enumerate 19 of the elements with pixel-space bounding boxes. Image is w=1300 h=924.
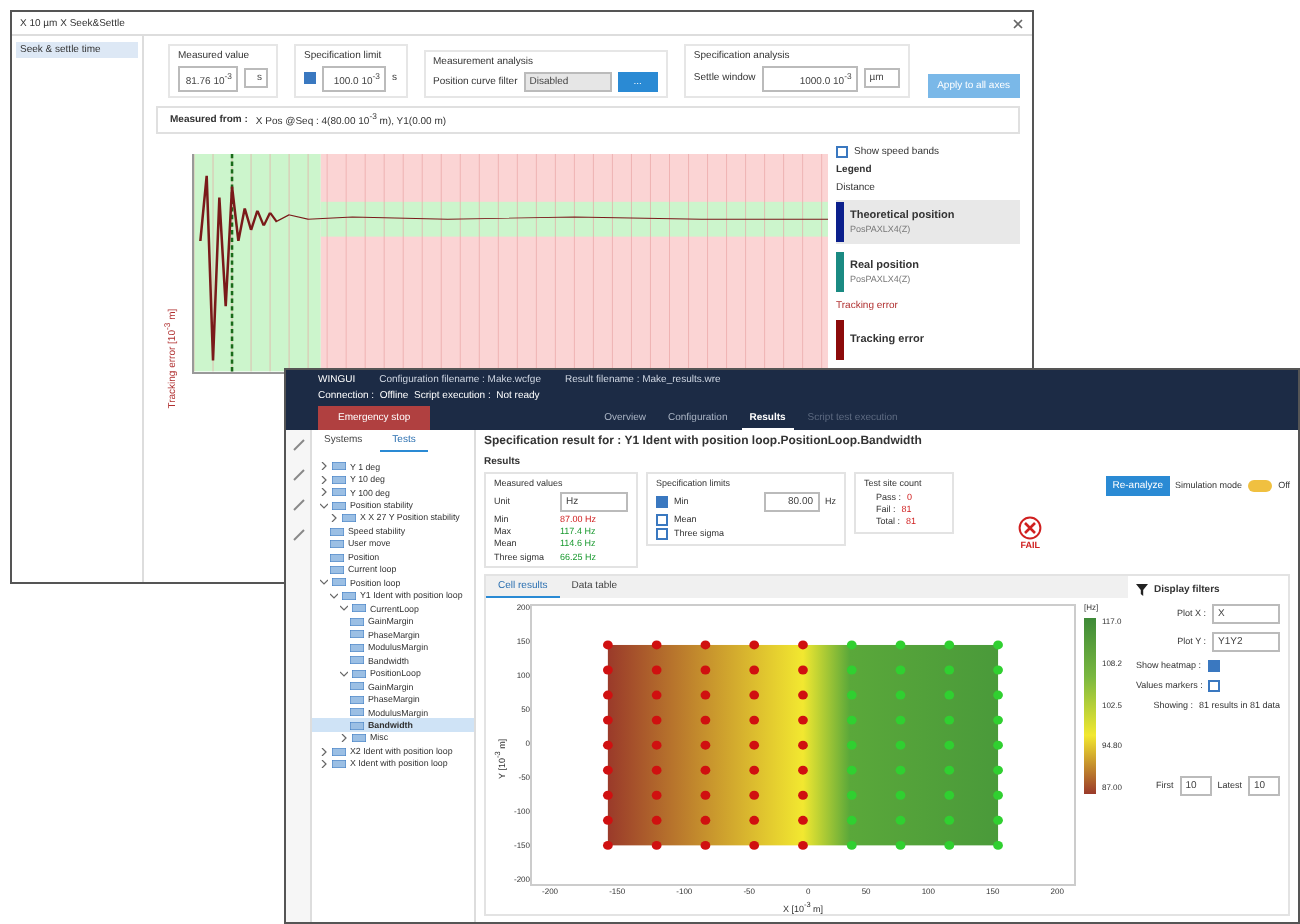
checkbox[interactable] <box>656 527 669 540</box>
fail-icon <box>1018 516 1043 541</box>
close-icon[interactable] <box>1012 17 1024 29</box>
checkbox[interactable] <box>1208 680 1221 693</box>
checkbox[interactable] <box>656 495 669 508</box>
checkbox[interactable] <box>1207 660 1220 673</box>
checkbox[interactable] <box>656 513 669 526</box>
pencil-icon[interactable] <box>291 438 305 452</box>
simulation-toggle[interactable] <box>1248 480 1273 493</box>
checkbox[interactable] <box>836 146 848 159</box>
checkbox[interactable] <box>304 72 316 85</box>
chevron-down-icon[interactable] <box>320 501 328 510</box>
pencil-icon[interactable] <box>291 498 305 512</box>
filter-icon <box>1136 584 1148 597</box>
chevron-right-icon[interactable] <box>330 514 338 523</box>
chevron-down-icon[interactable] <box>340 669 348 678</box>
chevron-right-icon[interactable] <box>340 734 348 743</box>
pencil-icon[interactable] <box>291 468 305 482</box>
pencil-icon[interactable] <box>291 528 305 542</box>
